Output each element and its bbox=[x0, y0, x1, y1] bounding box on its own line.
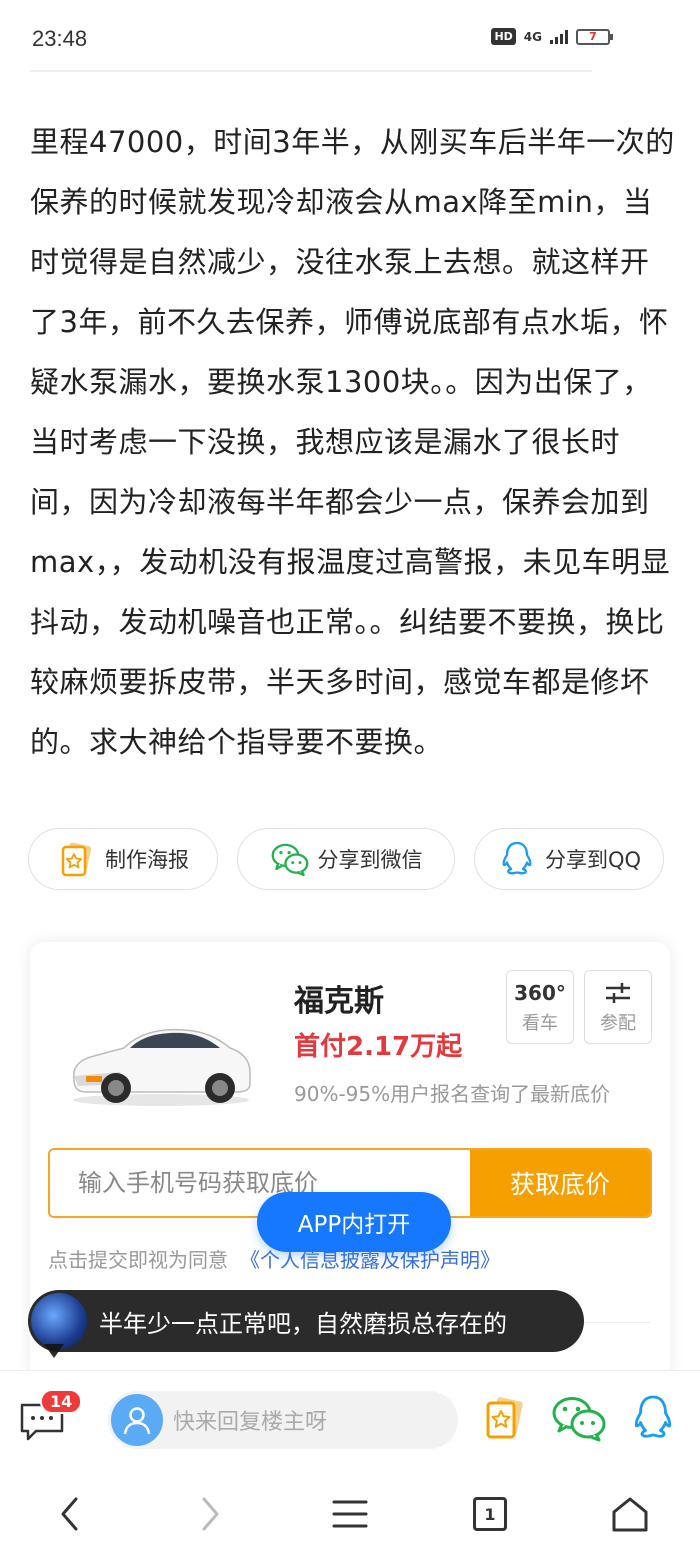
open-in-app-button[interactable]: APP内打开 bbox=[257, 1192, 451, 1252]
menu-icon bbox=[332, 1500, 368, 1528]
qq-icon[interactable] bbox=[628, 1393, 678, 1443]
user-avatar-icon bbox=[111, 1394, 163, 1446]
make-poster-button[interactable]: 制作海报 bbox=[28, 828, 218, 890]
car-image bbox=[72, 1028, 251, 1106]
view-360-label: 看车 bbox=[522, 1013, 558, 1034]
tab-count: 1 bbox=[473, 1497, 507, 1531]
consent-prefix: 点击提交即视为同意 bbox=[48, 1248, 228, 1272]
qq-icon bbox=[502, 841, 532, 875]
wechat-icon bbox=[271, 843, 308, 877]
poster-icon bbox=[61, 842, 92, 877]
divider bbox=[30, 70, 592, 72]
config-button[interactable]: 参配 bbox=[584, 970, 652, 1044]
wechat-icon[interactable] bbox=[550, 1393, 608, 1443]
signal-icon bbox=[550, 29, 568, 44]
danmaku-comment[interactable]: 半年少一点正常吧，自然磨损总存在的 bbox=[28, 1290, 584, 1352]
browser-nav-bar: 1 bbox=[0, 1468, 700, 1560]
danmaku-text: 半年少一点正常吧，自然磨损总存在的 bbox=[99, 1309, 507, 1338]
status-icons: HD 4G 7 bbox=[491, 28, 613, 45]
view-360-button[interactable]: 360° 看车 bbox=[506, 970, 574, 1044]
poster-icon[interactable] bbox=[480, 1393, 530, 1443]
home-icon bbox=[612, 1497, 648, 1532]
sliders-icon bbox=[585, 981, 651, 1009]
chevron-right-icon bbox=[202, 1497, 219, 1531]
home-button[interactable] bbox=[608, 1492, 652, 1536]
car-name: 福克斯 bbox=[294, 984, 384, 1019]
car-price-note: 90%-95%用户报名查询了最新底价 bbox=[294, 1082, 611, 1106]
post-body: 里程47000，时间3年半，从刚买车后半年一次的保养的时候就发现冷却液会从max… bbox=[30, 125, 675, 759]
get-price-button[interactable]: 获取底价 bbox=[470, 1150, 650, 1216]
tabs-button[interactable]: 1 bbox=[468, 1492, 512, 1536]
comments-badge: 14 bbox=[40, 1389, 83, 1414]
share-row: 制作海报 分享到微信 分享到QQ bbox=[28, 828, 668, 890]
config-label: 参配 bbox=[600, 1013, 636, 1034]
view-360-top: 360° bbox=[514, 981, 566, 1005]
reply-input[interactable]: 快来回复楼主呀 bbox=[108, 1391, 458, 1449]
hd-icon: HD bbox=[491, 28, 516, 45]
network-type: 4G bbox=[523, 29, 542, 44]
share-qq-label: 分享到QQ bbox=[544, 848, 642, 872]
reply-placeholder: 快来回复楼主呀 bbox=[173, 1410, 328, 1435]
status-bar: 23:48 HD 4G 7 bbox=[0, 0, 700, 78]
bottom-action-bar: 14 快来回复楼主呀 bbox=[0, 1370, 700, 1468]
car-price: 首付2.17万起 bbox=[294, 1032, 463, 1062]
forward-button[interactable] bbox=[188, 1492, 232, 1536]
share-wechat-label: 分享到微信 bbox=[317, 848, 423, 872]
back-button[interactable] bbox=[48, 1492, 92, 1536]
share-wechat-button[interactable]: 分享到微信 bbox=[237, 828, 455, 890]
status-time: 23:48 bbox=[32, 26, 88, 51]
avatar bbox=[31, 1293, 87, 1349]
chevron-left-icon bbox=[61, 1497, 78, 1531]
share-qq-button[interactable]: 分享到QQ bbox=[474, 828, 664, 890]
menu-button[interactable] bbox=[328, 1492, 372, 1536]
bubble-tail bbox=[44, 1344, 64, 1358]
battery-icon: 7 bbox=[576, 28, 613, 45]
make-poster-label: 制作海报 bbox=[105, 848, 189, 872]
